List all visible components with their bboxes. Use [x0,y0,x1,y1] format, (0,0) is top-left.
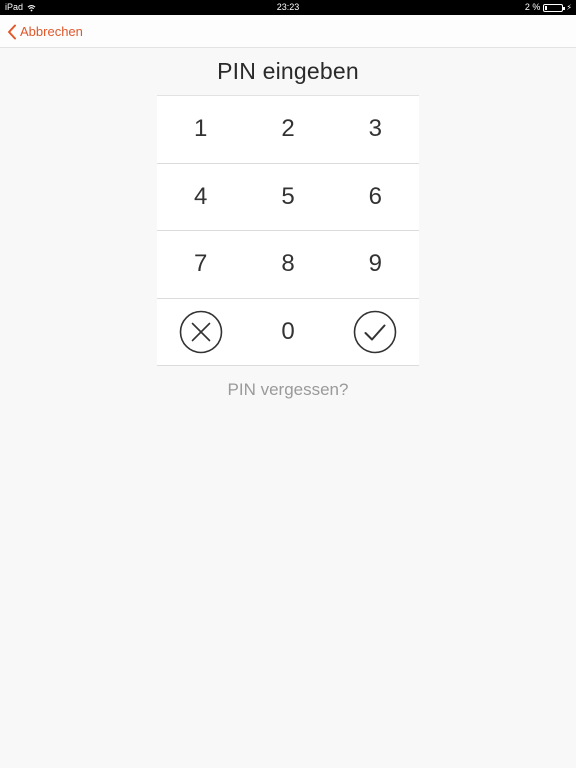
key-4[interactable]: 4 [157,164,244,231]
key-1[interactable]: 1 [157,96,244,163]
chevron-left-icon [8,24,16,39]
keypad-row: 4 5 6 [157,164,419,231]
forgot-pin-link[interactable]: PIN vergessen? [0,380,576,400]
page-title: PIN eingeben [217,58,359,84]
status-time: 23:23 [276,2,300,12]
key-2[interactable]: 2 [244,96,331,163]
keypad-row: 1 2 3 [157,96,419,164]
key-6[interactable]: 6 [332,164,419,231]
status-right: 2 % ⚡ [525,0,572,15]
pin-keypad: 1 2 3 4 5 6 7 8 9 0 [157,95,419,366]
key-5[interactable]: 5 [244,164,331,231]
keypad-row: 7 8 9 [157,231,419,299]
keypad-row: 0 [157,299,419,366]
battery-percent: 2 % [524,2,541,12]
navigation-bar: Abbrechen [0,15,576,48]
battery-icon [543,3,566,12]
key-9[interactable]: 9 [332,231,419,298]
check-circle-icon [354,310,397,354]
back-label: Abbrechen [20,24,83,39]
key-0[interactable]: 0 [244,299,331,366]
clear-circle-icon [179,310,222,354]
clear-button[interactable] [157,299,244,366]
key-8[interactable]: 8 [244,231,331,298]
status-bar: iPad 23:23 2 % ⚡ [0,0,576,15]
confirm-button[interactable] [332,299,419,366]
key-3[interactable]: 3 [332,96,419,163]
key-7[interactable]: 7 [157,231,244,298]
charging-icon: ⚡ [566,3,572,12]
cancel-back-button[interactable]: Abbrechen [7,15,83,48]
